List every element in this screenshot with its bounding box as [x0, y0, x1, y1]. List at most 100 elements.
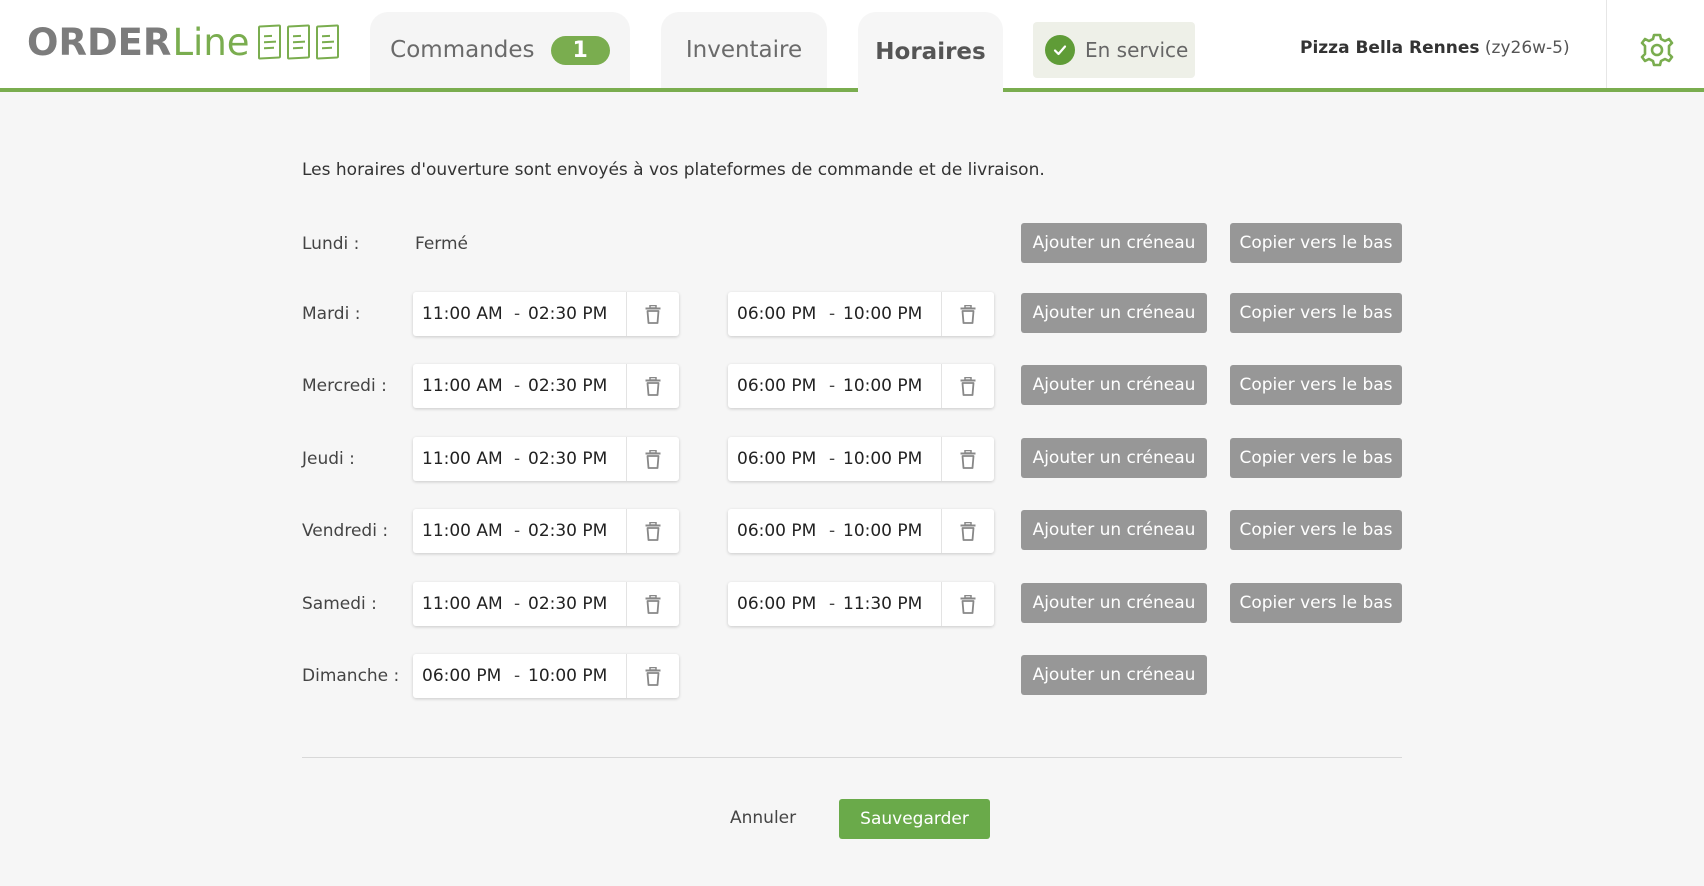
trash-icon[interactable] — [626, 582, 679, 626]
time-slot: 06:00 PM -10:00 PM — [728, 364, 994, 408]
tab-commandes-label: Commandes — [390, 37, 535, 63]
top-bar: ORDER Line Commandes 1 Inventaire Horair… — [0, 0, 1704, 92]
cancel-button[interactable]: Annuler — [730, 808, 796, 828]
slot-dash: - — [514, 449, 521, 469]
slot-end-time[interactable]: 10:00 PM — [528, 666, 607, 686]
day-label: Dimanche : — [302, 666, 400, 686]
logo-text-light: Line — [172, 20, 250, 64]
tickets-icon — [257, 24, 339, 60]
slot-end-time[interactable]: 10:00 PM — [843, 449, 922, 469]
slot-start-time[interactable]: 06:00 PM — [422, 666, 514, 686]
slot-end-time[interactable]: 10:00 PM — [843, 521, 922, 541]
slot-end-time[interactable]: 10:00 PM — [843, 304, 922, 324]
slot-start-time[interactable]: 11:00 AM — [422, 449, 514, 469]
slot-dash: - — [829, 449, 836, 469]
tab-inventaire[interactable]: Inventaire — [661, 12, 827, 88]
slot-start-time[interactable]: 11:00 AM — [422, 304, 514, 324]
day-label: Jeudi : — [302, 449, 355, 469]
restaurant-code: (zy26w-5) — [1484, 38, 1570, 58]
trash-icon[interactable] — [626, 654, 679, 698]
add-slot-button[interactable]: Ajouter un créneau — [1021, 365, 1207, 405]
time-slot: 11:00 AM -02:30 PM — [413, 292, 679, 336]
tab-horaires-label: Horaires — [875, 39, 986, 65]
logo-text-bold: ORDER — [27, 20, 172, 64]
slot-end-time[interactable]: 02:30 PM — [528, 594, 607, 614]
add-slot-button[interactable]: Ajouter un créneau — [1021, 655, 1207, 695]
save-button[interactable]: Sauvegarder — [839, 799, 990, 839]
slot-dash: - — [829, 376, 836, 396]
trash-icon[interactable] — [941, 364, 994, 408]
time-slot: 11:00 AM -02:30 PM — [413, 437, 679, 481]
add-slot-button[interactable]: Ajouter un créneau — [1021, 438, 1207, 478]
slot-start-time[interactable]: 11:00 AM — [422, 376, 514, 396]
trash-icon[interactable] — [626, 509, 679, 553]
slot-dash: - — [514, 521, 521, 541]
copy-down-button[interactable]: Copier vers le bas — [1230, 223, 1402, 263]
slot-end-time[interactable]: 10:00 PM — [843, 376, 922, 396]
slot-dash: - — [514, 304, 521, 324]
time-slot: 11:00 AM -02:30 PM — [413, 582, 679, 626]
service-status-button[interactable]: En service — [1033, 22, 1195, 78]
time-slot: 06:00 PM -11:30 PM — [728, 582, 994, 626]
slot-start-time[interactable]: 06:00 PM — [737, 594, 829, 614]
footer-divider — [302, 757, 1402, 758]
trash-icon[interactable] — [941, 292, 994, 336]
day-label: Samedi : — [302, 594, 377, 614]
orders-count-badge: 1 — [550, 35, 610, 65]
slot-start-time[interactable]: 11:00 AM — [422, 521, 514, 541]
time-slot: 06:00 PM -10:00 PM — [413, 654, 679, 698]
check-circle-icon — [1045, 35, 1075, 65]
trash-icon[interactable] — [626, 437, 679, 481]
slot-end-time[interactable]: 02:30 PM — [528, 521, 607, 541]
slot-end-time[interactable]: 02:30 PM — [528, 376, 607, 396]
trash-icon[interactable] — [941, 437, 994, 481]
copy-down-button[interactable]: Copier vers le bas — [1230, 583, 1402, 623]
time-slot: 06:00 PM -10:00 PM — [728, 509, 994, 553]
slot-dash: - — [514, 666, 521, 686]
copy-down-button[interactable]: Copier vers le bas — [1230, 510, 1402, 550]
slot-dash: - — [829, 521, 836, 541]
slot-dash: - — [829, 304, 836, 324]
trash-icon[interactable] — [626, 364, 679, 408]
add-slot-button[interactable]: Ajouter un créneau — [1021, 510, 1207, 550]
day-label: Mardi : — [302, 304, 361, 324]
slot-start-time[interactable]: 06:00 PM — [737, 449, 829, 469]
add-slot-button[interactable]: Ajouter un créneau — [1021, 293, 1207, 333]
time-slot: 11:00 AM -02:30 PM — [413, 509, 679, 553]
add-slot-button[interactable]: Ajouter un créneau — [1021, 223, 1207, 263]
copy-down-button[interactable]: Copier vers le bas — [1230, 365, 1402, 405]
closed-label: Fermé — [415, 234, 469, 254]
service-status-label: En service — [1085, 38, 1189, 62]
slot-end-time[interactable]: 02:30 PM — [528, 449, 607, 469]
tab-inventaire-label: Inventaire — [685, 37, 803, 63]
restaurant-name: Pizza Bella Rennes — [1300, 38, 1480, 58]
add-slot-button[interactable]: Ajouter un créneau — [1021, 583, 1207, 623]
slot-start-time[interactable]: 11:00 AM — [422, 594, 514, 614]
day-label: Vendredi : — [302, 521, 389, 541]
copy-down-button[interactable]: Copier vers le bas — [1230, 438, 1402, 478]
slot-start-time[interactable]: 06:00 PM — [737, 304, 829, 324]
trash-icon[interactable] — [626, 292, 679, 336]
tab-horaires[interactable]: Horaires — [858, 12, 1003, 92]
copy-down-button[interactable]: Copier vers le bas — [1230, 293, 1402, 333]
time-slot: 11:00 AM -02:30 PM — [413, 364, 679, 408]
trash-icon[interactable] — [941, 509, 994, 553]
header-divider — [1606, 0, 1607, 88]
slot-start-time[interactable]: 06:00 PM — [737, 521, 829, 541]
day-label: Mercredi : — [302, 376, 387, 396]
slot-dash: - — [829, 594, 836, 614]
slot-end-time[interactable]: 11:30 PM — [843, 594, 922, 614]
day-label: Lundi : — [302, 234, 360, 254]
tab-commandes[interactable]: Commandes 1 — [370, 12, 630, 88]
slot-start-time[interactable]: 06:00 PM — [737, 376, 829, 396]
gear-icon[interactable] — [1640, 33, 1674, 67]
orderline-logo: ORDER Line — [27, 20, 339, 64]
slot-dash: - — [514, 376, 521, 396]
time-slot: 06:00 PM -10:00 PM — [728, 437, 994, 481]
slot-end-time[interactable]: 02:30 PM — [528, 304, 607, 324]
time-slot: 06:00 PM -10:00 PM — [728, 292, 994, 336]
restaurant-info: Pizza Bella Rennes (zy26w-5) — [1300, 38, 1570, 58]
slot-dash: - — [514, 594, 521, 614]
intro-text: Les horaires d'ouverture sont envoyés à … — [302, 160, 1045, 180]
trash-icon[interactable] — [941, 582, 994, 626]
